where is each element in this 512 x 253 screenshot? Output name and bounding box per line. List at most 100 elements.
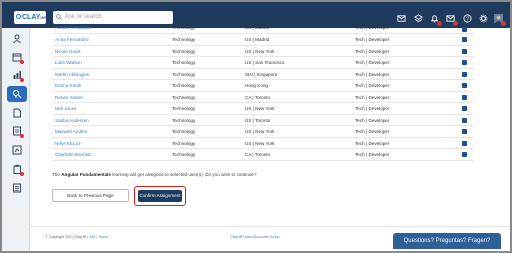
user-name-link[interactable]: Adrian Fernandez [55,26,92,30]
location-cell: US | New York [245,129,275,134]
role-cell: Tech | Developer [355,152,390,157]
app-logo[interactable]: CLAYHR [14,11,46,24]
user-name-link[interactable]: Emma Smith [55,80,81,91]
logo-suffix: HR [40,15,46,20]
gear-icon[interactable] [479,14,488,23]
group-link[interactable]: ClayHR Demo Accounts Group [230,235,280,239]
help-circle-icon[interactable]: ? [463,14,472,23]
table-row: Emma Smith Technology Hong Kong Tech | D… [52,80,474,92]
row-checkbox[interactable] [462,106,467,111]
clipboard-icon[interactable] [12,164,24,176]
back-button[interactable]: Back to Previous Page [52,189,129,202]
table-row: Luke Watson Technology US | San Francisc… [52,57,474,69]
row-checkbox[interactable] [462,152,467,157]
user-name-link[interactable]: Anna Fernandez [55,34,89,45]
department-cell: Technology [172,48,196,54]
location-cell: US | New York [245,106,275,111]
sidebar-badge [20,172,24,176]
table-row: Renee Soberi Technology CA | Toronto Tec… [52,92,474,103]
top-bar: CLAYHR Ask or search ? [2,2,510,28]
user-name-link[interactable]: Charlotte Bennett [55,149,91,160]
row-checkbox[interactable] [462,129,467,134]
course-name: Angular Fundamentals [61,172,111,177]
table-row: Martin Abbington Technology SIN | Singap… [52,69,474,80]
role-cell: Tech | Developer [355,26,390,30]
location-cell: ES | Madrid [245,26,269,30]
search-input[interactable]: Ask or search [53,11,173,24]
footer-copyright: © Copyright 2021 ClayHR | ToS | Terms [45,235,108,239]
user-table: Adrian Fernandez Technology ES | Madrid … [52,26,474,161]
confirmation-message: The Angular Fundamentals learning will g… [52,172,257,177]
role-cell: Tech | Developer [355,60,390,65]
bell-icon[interactable] [430,14,442,26]
department-cell: Technology [172,71,196,77]
table-row: Nicole Grant Technology US | New York Te… [52,46,474,57]
avatar-badge [501,21,506,26]
user-name-link[interactable]: Luke Watson [55,57,82,68]
department-cell: Technology [172,26,196,30]
location-cell: US | Madrid [245,37,270,42]
row-checkbox[interactable] [462,27,467,32]
row-checkbox[interactable] [462,94,467,100]
row-checkbox[interactable] [462,83,467,88]
role-cell: Tech | Developer [355,83,390,88]
location-cell: US | San Francisco [245,60,285,65]
location-cell: US | Toronto [245,117,271,123]
department-cell: Technology [172,94,196,100]
terms-link[interactable]: Terms [98,235,108,239]
location-cell: SIN | Singapore [245,71,278,77]
footer-divider [30,226,510,227]
logo-mark-icon [16,14,21,19]
user-name-link[interactable]: Renee Soberi [55,92,83,103]
sidebar [2,28,30,251]
users-icon[interactable] [12,34,22,44]
role-cell: Tech | Developer [355,106,390,111]
confirm-assignment-button[interactable]: Confirm Assignment [138,190,182,202]
document-icon[interactable] [12,108,22,118]
role-cell: Tech | Developer [355,48,390,54]
envelope-icon[interactable] [446,14,458,26]
department-cell: Technology [172,152,196,157]
user-name-link[interactable]: Sasha Andersen [55,115,89,126]
row-checkbox[interactable] [462,71,467,77]
chart-icon[interactable] [12,70,24,82]
role-cell: Tech | Developer [355,140,390,146]
location-cell: US | New York [245,140,275,146]
row-checkbox[interactable] [462,48,467,54]
avatar[interactable] [494,14,506,26]
role-cell: Tech | Developer [355,94,390,100]
dashboard-icon[interactable] [12,145,22,155]
department-cell: Technology [172,129,196,134]
logo-text: CLAY [22,14,41,21]
row-checkbox[interactable] [462,37,467,42]
row-checkbox[interactable] [462,140,467,146]
calendar-icon[interactable] [12,52,24,64]
layers-icon[interactable] [414,14,423,23]
user-name-link[interactable]: Maxwell Anders [55,126,87,137]
message-suffix: learning will get assigned to selected u… [112,172,257,177]
user-name-link[interactable]: Martin Abbington [55,69,89,80]
department-cell: Technology [172,117,196,123]
user-name-link[interactable]: Neil Jones [55,103,76,114]
department-cell: Technology [172,106,196,111]
table-row: Anna Fernandez Technology US | Madrid Te… [52,34,474,46]
confirm-highlight: Confirm Assignment [134,186,186,206]
department-cell: Technology [172,140,196,146]
search-placeholder: Ask or search [65,14,102,20]
table-row: Neil Jones Technology US | New York Tech… [52,103,474,115]
copyright-text: © Copyright 2021 ClayHR [45,235,87,239]
learning-icon[interactable] [7,86,27,102]
table-row: Maxwell Anders Technology US | New York … [52,126,474,138]
row-checkbox[interactable] [462,60,467,65]
user-name-link[interactable]: Nicole Grant [55,46,81,57]
help-chat-widget[interactable]: Questions? Preguntas? Fragen? [393,233,501,249]
department-cell: Technology [172,37,196,42]
tos-link[interactable]: ToS [89,235,95,239]
report-icon[interactable] [12,126,24,138]
mail-icon[interactable] [397,14,406,23]
user-name-link[interactable]: NINA KELLY [55,138,81,149]
role-cell: Tech | Developer [355,37,390,42]
search-icon [56,14,62,20]
list-icon[interactable] [12,183,22,193]
row-checkbox[interactable] [462,117,467,123]
